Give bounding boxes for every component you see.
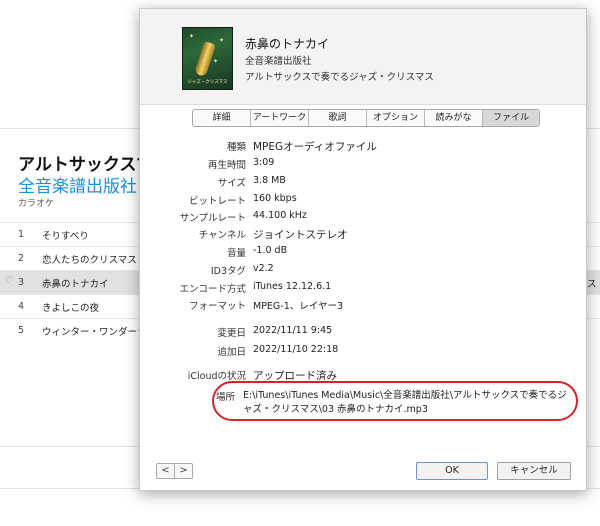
ok-button[interactable]: OK (416, 462, 488, 480)
album-artist-link[interactable]: 全音楽譜出版社 (18, 172, 137, 197)
channel-label: チャンネル (198, 230, 246, 241)
heart-icon[interactable]: ♡ (5, 276, 13, 286)
samplerate-label: サンプルレート (179, 213, 246, 224)
artwork-text: ジャズ・クリスマス (187, 80, 228, 85)
tab-lyrics[interactable]: 歌詞 (309, 110, 367, 126)
info-id3: ID3タグ v2.2 (140, 263, 586, 278)
track-name: 恋人たちのクリスマス (42, 255, 137, 266)
tab-sorting[interactable]: 読みがな (425, 110, 483, 126)
size-value: 3.8 MB (253, 175, 286, 186)
kind-label: 種類 (226, 142, 246, 153)
track-number: 3 (18, 277, 25, 288)
info-bitrate: ビットレート 160 kbps (140, 193, 586, 208)
track-name: 赤鼻のトナカイ (42, 279, 109, 290)
song-album: アルトサックスで奏でるジャズ・クリスマス (245, 72, 434, 83)
star-icon: ✦ (219, 37, 225, 44)
prev-next-buttons: < > (156, 463, 193, 479)
duration-value: 3:09 (253, 157, 275, 168)
added-label: 追加日 (217, 347, 246, 358)
bitrate-label: ビットレート (188, 196, 246, 207)
bitrate-value: 160 kbps (253, 193, 297, 204)
volume-label: 音量 (226, 248, 246, 259)
added-value: 2022/11/10 22:18 (253, 344, 339, 355)
dialog-header: ✦ ✦ ✦ ジャズ・クリスマス 赤鼻のトナカイ 全音楽譜出版社 アルトサックスで… (140, 9, 586, 105)
song-info-dialog: ✦ ✦ ✦ ジャズ・クリスマス 赤鼻のトナカイ 全音楽譜出版社 アルトサックスで… (139, 8, 587, 491)
modified-value: 2022/11/11 9:45 (253, 325, 333, 336)
track-name: そりすべり (42, 231, 89, 242)
track-number: 1 (18, 229, 25, 240)
modified-label: 変更日 (217, 328, 246, 339)
star-icon: ✦ (189, 33, 195, 40)
icloud-label: iCloudの状況 (187, 371, 246, 382)
info-channel: チャンネル ジョイントステレオ (140, 227, 586, 242)
track-number: 5 (18, 325, 25, 336)
info-encoder: エンコード方式 iTunes 12.12.6.1 (140, 281, 586, 296)
size-label: サイズ (217, 178, 246, 189)
channel-value: ジョイントステレオ (253, 229, 348, 241)
red-highlight-ellipse (212, 381, 578, 421)
info-added: 追加日 2022/11/10 22:18 (140, 344, 586, 359)
track-number: 2 (18, 253, 25, 264)
previous-song-button[interactable]: < (157, 464, 175, 478)
tab-file[interactable]: ファイル (483, 110, 539, 126)
tab-bar: 詳細 アートワーク 歌詞 オプション 読みがな ファイル (192, 109, 540, 127)
tab-details[interactable]: 詳細 (193, 110, 251, 126)
info-kind: 種類 MPEGオーディオファイル (140, 139, 586, 154)
duration-label: 再生時間 (207, 160, 246, 171)
info-modified: 変更日 2022/11/11 9:45 (140, 325, 586, 340)
song-artist: 全音楽譜出版社 (245, 56, 312, 67)
info-format: フォーマット MPEG-1、レイヤー3 (140, 298, 586, 313)
tab-artwork[interactable]: アートワーク (251, 110, 309, 126)
id3-label: ID3タグ (210, 266, 246, 277)
volume-value: -1.0 dB (253, 245, 288, 256)
album-genre: カラオケ (18, 199, 55, 209)
encoder-label: エンコード方式 (179, 284, 246, 295)
format-label: フォーマット (188, 301, 246, 312)
info-samplerate: サンプルレート 44.100 kHz (140, 210, 586, 225)
song-title: 赤鼻のトナカイ (245, 37, 330, 51)
samplerate-value: 44.100 kHz (253, 210, 307, 221)
track-number: 4 (18, 301, 25, 312)
info-volume: 音量 -1.0 dB (140, 245, 586, 260)
encoder-value: iTunes 12.12.6.1 (253, 281, 332, 292)
track-name: きよしこの夜 (42, 303, 100, 314)
format-value: MPEG-1、レイヤー3 (253, 301, 344, 312)
cancel-button[interactable]: キャンセル (497, 462, 571, 480)
tab-options[interactable]: オプション (367, 110, 425, 126)
kind-value: MPEGオーディオファイル (253, 141, 377, 153)
star-icon: ✦ (213, 58, 219, 65)
next-song-button[interactable]: > (175, 464, 192, 478)
info-duration: 再生時間 3:09 (140, 157, 586, 172)
info-size: サイズ 3.8 MB (140, 175, 586, 190)
id3-value: v2.2 (253, 263, 274, 274)
album-artwork: ✦ ✦ ✦ ジャズ・クリスマス (182, 27, 233, 90)
